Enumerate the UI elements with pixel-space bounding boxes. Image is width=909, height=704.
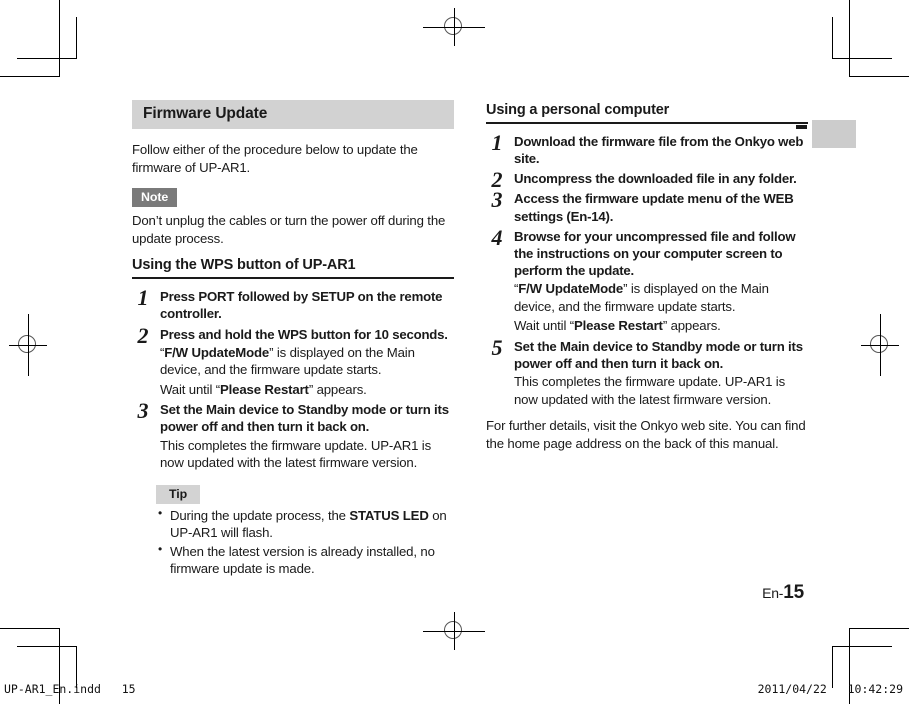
subsection-title-wps-button: Using the WPS button of UP-AR1 — [132, 257, 454, 280]
step-title: Access the firmware update menu of the W… — [514, 191, 794, 224]
step-number: 1 — [491, 130, 503, 155]
step-title: Press and hold the WPS button for 10 sec… — [160, 326, 448, 342]
section-title-firmware-update: Firmware Update — [132, 100, 454, 129]
tip-list-item: When the latest version is already insta… — [156, 542, 454, 578]
crop-mark-bottom-right-horizontal — [849, 628, 909, 629]
left-column: Firmware Update Follow either of the pro… — [132, 100, 454, 579]
production-file-name: UP-AR1_En.indd 15 — [4, 682, 136, 696]
step-detail: This completes the firmware update. UP-A… — [160, 437, 432, 471]
step-title: Press PORT followed by SETUP on the remo… — [160, 289, 443, 322]
crop-mark-bottom-right-inner-horizontal — [832, 646, 892, 647]
tip-badge: Tip — [156, 484, 201, 504]
step-number: 3 — [137, 398, 149, 424]
wps-steps-list: 1 Press PORT followed by SETUP on the re… — [132, 285, 454, 472]
crop-mark-top-left-inner-horizontal — [17, 58, 77, 59]
step-item: 2 Press and hold the WPS button for 10 s… — [132, 322, 454, 399]
step-number: 4 — [491, 224, 503, 250]
step-number: 2 — [137, 322, 149, 348]
step-detail: Wait until “Please Restart” appears. — [514, 318, 721, 334]
step-detail: Wait until “Please Restart” appears. — [160, 381, 367, 397]
registration-mark-left-center — [9, 314, 47, 376]
crop-mark-top-right-inner-horizontal — [832, 58, 892, 59]
tip-list: During the update process, the STATUS LE… — [156, 506, 454, 578]
closing-paragraph: For further details, visit the Onkyo web… — [486, 418, 806, 451]
step-item: 1 Press PORT followed by SETUP on the re… — [132, 285, 454, 322]
step-title: Download the firmware file from the Onky… — [514, 134, 804, 167]
step-item: 5 Set the Main device to Standby mode or… — [486, 334, 808, 408]
folio-prefix: En- — [762, 585, 784, 601]
intro-paragraph: Follow either of the procedure below to … — [132, 142, 418, 175]
step-detail: This completes the firmware update. UP-A… — [514, 374, 786, 407]
crop-mark-top-right-vertical — [849, 0, 850, 77]
step-item: 1 Download the firmware file from the On… — [486, 130, 808, 167]
crop-mark-top-left-horizontal — [0, 76, 60, 77]
step-number: 1 — [137, 285, 149, 311]
crop-mark-top-left-vertical — [59, 0, 60, 77]
step-item: 2 Uncompress the downloaded file in any … — [486, 168, 808, 191]
step-title: Set the Main device to Standby mode or t… — [160, 402, 449, 435]
step-number: 3 — [491, 187, 503, 213]
index-tab-marker — [812, 120, 856, 148]
manual-page: Firmware Update Follow either of the pro… — [0, 0, 909, 704]
crop-mark-top-left-inner-vertical — [76, 17, 77, 59]
right-column: Using a personal computer 1 Download the… — [486, 100, 808, 452]
tip-block: Tip During the update process, the STATU… — [156, 484, 454, 578]
crop-mark-top-right-horizontal — [849, 76, 909, 77]
step-item: 4 Browse for your uncompressed file and … — [486, 224, 808, 335]
note-badge: Note — [132, 188, 178, 208]
tip-list-item: During the update process, the STATUS LE… — [156, 506, 454, 542]
step-number: 5 — [491, 334, 503, 360]
note-paragraph: Don’t unplug the cables or turn the powe… — [132, 213, 446, 246]
step-detail: “F/W UpdateMode” is displayed on the Mai… — [160, 344, 415, 378]
registration-mark-top-center — [423, 8, 485, 46]
folio-number: 15 — [783, 582, 804, 603]
step-detail: “F/W UpdateMode” is displayed on the Mai… — [514, 281, 769, 314]
crop-mark-bottom-left-horizontal — [0, 628, 60, 629]
step-item: 3 Set the Main device to Standby mode or… — [132, 398, 454, 471]
production-timestamp: 2011/04/22 10:42:29 — [757, 682, 903, 696]
step-title: Browse for your uncompressed file and fo… — [514, 228, 796, 279]
pc-steps-list: 1 Download the firmware file from the On… — [486, 130, 808, 408]
page-folio: En-15 — [600, 582, 804, 604]
step-title: Set the Main device to Standby mode or t… — [514, 338, 803, 372]
step-title: Uncompress the downloaded file in any fo… — [514, 171, 797, 187]
step-item: 3 Access the firmware update menu of the… — [486, 187, 808, 224]
subsection-title-personal-computer: Using a personal computer — [486, 102, 808, 124]
registration-mark-bottom-center — [423, 612, 485, 650]
registration-mark-right-center — [861, 314, 899, 376]
crop-mark-bottom-left-inner-horizontal — [17, 646, 77, 647]
crop-mark-top-right-inner-vertical — [832, 17, 833, 59]
